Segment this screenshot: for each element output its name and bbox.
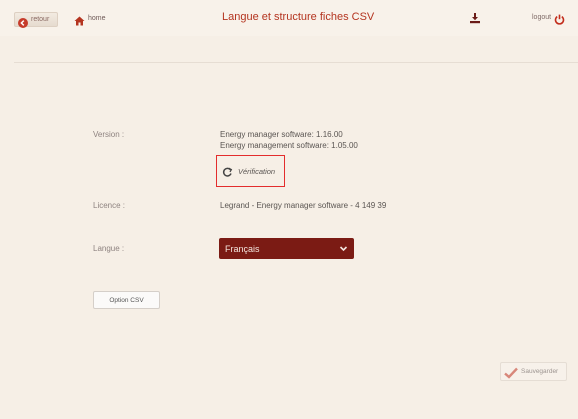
save-button[interactable]: Sauvegarder	[500, 362, 567, 381]
language-select[interactable]: Français	[219, 238, 354, 259]
language-label: Langue :	[93, 244, 125, 253]
home-link[interactable]: home	[74, 13, 106, 26]
version-label: Version :	[93, 130, 125, 139]
logout-label: logout	[532, 14, 552, 21]
download-icon[interactable]	[469, 11, 481, 24]
home-label: home	[88, 14, 106, 22]
logout-button[interactable]: logout	[532, 12, 565, 25]
licence-value: Legrand - Energy manager software - 4 14…	[220, 201, 387, 210]
page-title: Langue et structure fiches CSV	[222, 11, 375, 23]
version-line-2: Energy management software: 1.05.00	[220, 141, 358, 150]
refresh-icon	[222, 165, 233, 177]
top-bar: retour home Langue et structure fiches C…	[0, 0, 578, 36]
header-divider	[14, 62, 578, 63]
verify-label: Vérification	[238, 167, 276, 176]
home-icon	[74, 13, 85, 26]
back-arrow-icon	[18, 15, 28, 28]
licence-label: Licence :	[93, 201, 126, 210]
back-label: retour	[31, 16, 50, 23]
csv-option-button[interactable]: Option CSV	[93, 291, 160, 309]
version-line-1: Energy manager software: 1.16.00	[220, 130, 343, 139]
power-icon	[554, 12, 565, 25]
save-label: Sauvegarder	[521, 368, 559, 375]
language-selected-value: Français	[225, 243, 260, 254]
back-button[interactable]: retour	[14, 12, 58, 28]
chevron-down-icon	[339, 244, 348, 253]
checkmark-icon	[504, 366, 518, 379]
